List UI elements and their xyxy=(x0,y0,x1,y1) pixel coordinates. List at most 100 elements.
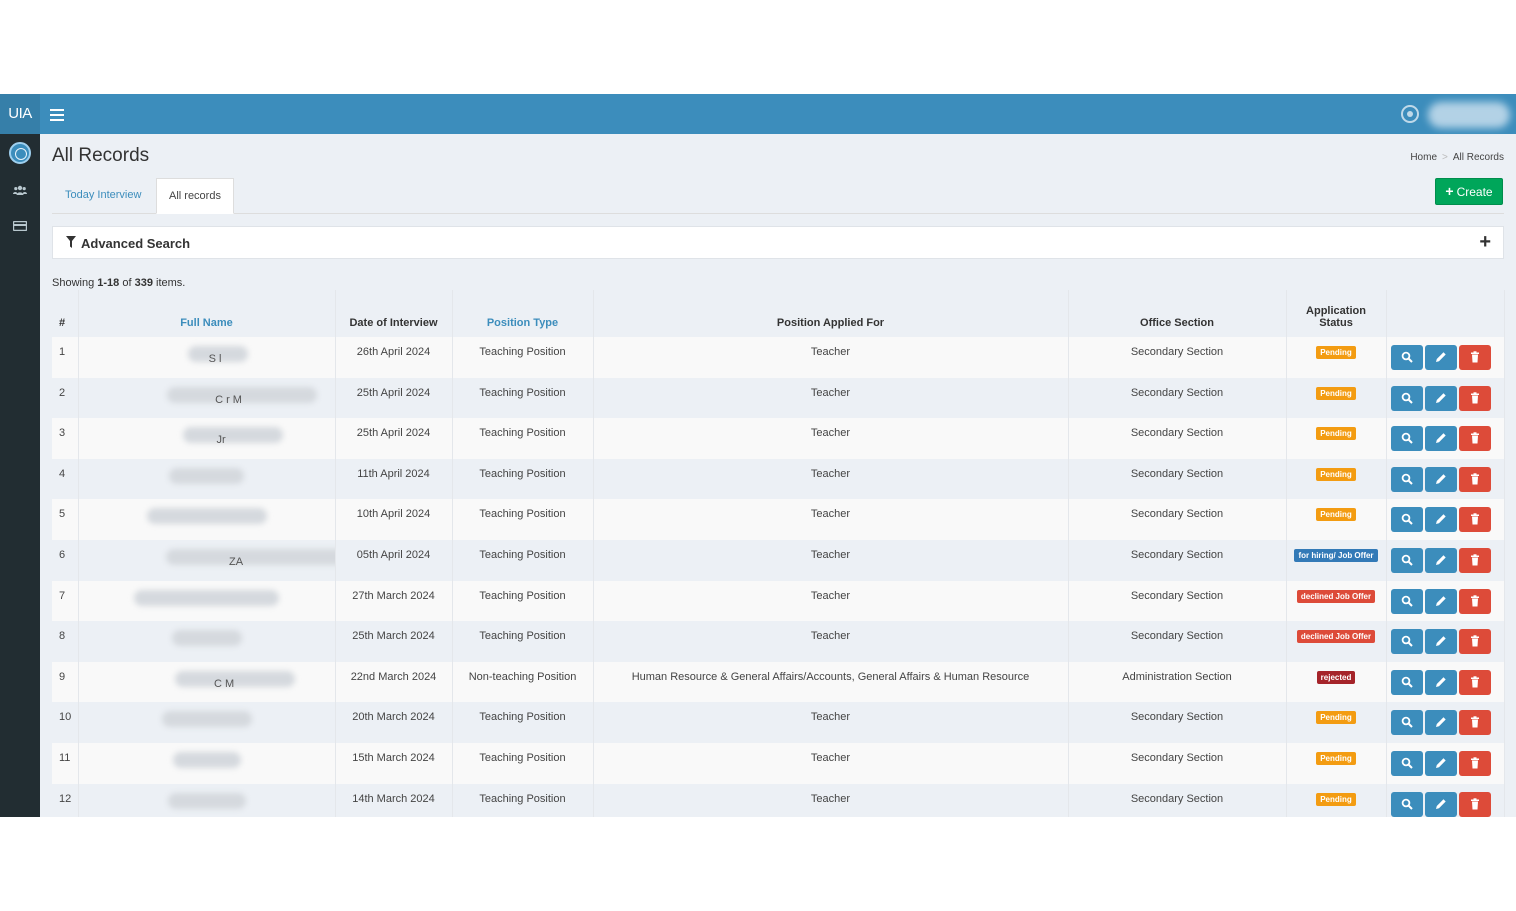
search-icon xyxy=(1401,798,1413,810)
row-date: 15th March 2024 xyxy=(335,742,453,784)
view-button[interactable] xyxy=(1390,426,1423,452)
status-badge: Pending xyxy=(1316,751,1356,765)
row-actions xyxy=(1386,742,1505,784)
breadcrumb-home[interactable]: Home xyxy=(1410,152,1437,163)
edit-button[interactable] xyxy=(1424,466,1457,492)
row-number: 5 xyxy=(52,499,79,540)
search-icon xyxy=(1401,595,1413,607)
view-button[interactable] xyxy=(1390,750,1423,776)
edit-button[interactable] xyxy=(1424,629,1457,655)
redacted-name xyxy=(165,548,334,565)
brand-logo-icon[interactable] xyxy=(9,142,31,164)
row-actions xyxy=(1386,783,1505,817)
trash-icon xyxy=(1470,716,1479,728)
row-full-name xyxy=(78,742,336,784)
user-menu[interactable] xyxy=(1428,102,1510,128)
profile-icon[interactable] xyxy=(1401,105,1419,123)
pencil-icon xyxy=(1435,555,1446,565)
view-button[interactable] xyxy=(1390,547,1423,573)
view-button[interactable] xyxy=(1390,507,1423,533)
breadcrumb: Home > All Records xyxy=(1410,152,1504,163)
edit-button[interactable] xyxy=(1424,791,1457,817)
name-fragment: C r M xyxy=(215,393,242,406)
view-button[interactable] xyxy=(1390,588,1423,614)
plus-icon[interactable]: + xyxy=(1479,231,1491,254)
edit-button[interactable] xyxy=(1424,385,1457,411)
row-actions xyxy=(1386,661,1505,703)
delete-button[interactable] xyxy=(1458,588,1491,614)
card-icon[interactable] xyxy=(12,220,28,234)
delete-button[interactable] xyxy=(1458,791,1491,817)
view-button[interactable] xyxy=(1390,345,1423,370)
delete-button[interactable] xyxy=(1458,629,1491,655)
redacted-name xyxy=(169,467,244,484)
table-row: 1 S l 26th April 2024 Teaching Position … xyxy=(52,337,1505,378)
tab-today-interview[interactable]: Today Interview xyxy=(53,178,153,213)
redacted-name xyxy=(167,792,246,809)
delete-button[interactable] xyxy=(1458,547,1491,573)
pencil-icon xyxy=(1435,717,1446,728)
row-status: Pending xyxy=(1286,337,1387,378)
search-icon xyxy=(1401,351,1413,363)
app-frame: UIA All Records Home > All Records Today… xyxy=(0,94,1516,817)
row-actions xyxy=(1386,621,1505,662)
delete-button[interactable] xyxy=(1458,710,1491,736)
view-button[interactable] xyxy=(1390,669,1423,695)
pencil-icon xyxy=(1435,798,1446,809)
trash-icon xyxy=(1470,473,1479,485)
delete-button[interactable] xyxy=(1458,507,1491,533)
view-button[interactable] xyxy=(1390,710,1423,736)
tab-all-records[interactable]: All records xyxy=(156,178,234,214)
table-row: 11 15th March 2024 Teaching Position Tea… xyxy=(52,742,1505,784)
edit-button[interactable] xyxy=(1424,507,1457,533)
app-logo[interactable]: UIA xyxy=(0,94,40,134)
view-button[interactable] xyxy=(1390,629,1423,655)
edit-button[interactable] xyxy=(1424,669,1457,695)
delete-button[interactable] xyxy=(1458,385,1491,411)
users-icon[interactable] xyxy=(13,184,27,198)
delete-button[interactable] xyxy=(1458,345,1491,370)
status-badge: Pending xyxy=(1316,792,1356,806)
table-row: 8 25th March 2024 Teaching Position Teac… xyxy=(52,621,1505,662)
row-date: 25th April 2024 xyxy=(335,418,453,459)
sidebar xyxy=(0,134,40,817)
col-full-name[interactable]: Full Name xyxy=(78,290,336,337)
delete-button[interactable] xyxy=(1458,466,1491,492)
row-status: Pending xyxy=(1286,458,1387,500)
col-position-applied: Position Applied For xyxy=(593,290,1069,337)
edit-button[interactable] xyxy=(1424,345,1457,370)
delete-button[interactable] xyxy=(1458,669,1491,695)
row-position-applied: Teacher xyxy=(593,418,1069,459)
view-button[interactable] xyxy=(1390,385,1423,411)
edit-button[interactable] xyxy=(1424,547,1457,573)
page-title: All Records xyxy=(52,145,150,166)
create-button[interactable]: + Create xyxy=(1435,178,1503,205)
redacted-name xyxy=(183,427,284,444)
row-actions xyxy=(1386,377,1505,419)
col-office-section: Office Section xyxy=(1068,290,1287,337)
row-position-type: Teaching Position xyxy=(452,458,594,500)
redacted-name xyxy=(146,508,267,525)
row-full-name: Jr xyxy=(78,418,336,459)
hamburger-icon[interactable] xyxy=(50,106,64,122)
table-header-row: # Full Name Date of Interview Position T… xyxy=(52,290,1505,337)
row-position-applied: Teacher xyxy=(593,337,1069,378)
delete-button[interactable] xyxy=(1458,426,1491,452)
row-position-applied: Teacher xyxy=(593,499,1069,540)
edit-button[interactable] xyxy=(1424,710,1457,736)
trash-icon xyxy=(1470,513,1479,525)
row-position-applied: Teacher xyxy=(593,742,1069,784)
edit-button[interactable] xyxy=(1424,588,1457,614)
view-button[interactable] xyxy=(1390,791,1423,817)
advanced-search-panel[interactable]: Advanced Search + xyxy=(52,226,1504,259)
delete-button[interactable] xyxy=(1458,750,1491,776)
pencil-icon xyxy=(1435,352,1446,362)
view-button[interactable] xyxy=(1390,466,1423,492)
row-office-section: Administration Section xyxy=(1068,661,1287,703)
redacted-name xyxy=(161,711,252,728)
edit-button[interactable] xyxy=(1424,426,1457,452)
col-position-type[interactable]: Position Type xyxy=(452,290,594,337)
pencil-icon xyxy=(1435,595,1446,606)
edit-button[interactable] xyxy=(1424,750,1457,776)
row-position-type: Teaching Position xyxy=(452,418,594,459)
